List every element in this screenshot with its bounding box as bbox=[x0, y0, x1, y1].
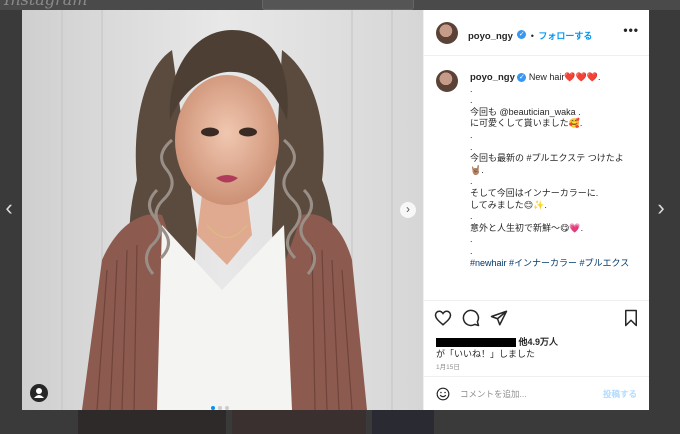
caption-line: に可愛くして貰いました🥰. bbox=[470, 118, 583, 129]
caption-username[interactable]: poyo_ngy bbox=[470, 72, 515, 83]
heart-icon[interactable] bbox=[434, 309, 452, 327]
caption-line: poyo_ngy ✓ New hair❤️❤️❤️. bbox=[470, 72, 640, 84]
background-search-box bbox=[262, 0, 414, 10]
caption-line: . bbox=[470, 211, 473, 222]
caption-text: poyo_ngy ✓ New hair❤️❤️❤️. . . 今回も @beau… bbox=[470, 72, 640, 269]
caption-line: . bbox=[470, 245, 473, 256]
caption-line: . bbox=[470, 83, 473, 94]
post-photo: › bbox=[22, 10, 423, 410]
caption-line-text: New hair❤️❤️❤️. bbox=[528, 72, 601, 82]
post-modal: › poyo_ngy ✓ • フォローする ••• poyo_ngy ✓ New… bbox=[22, 10, 649, 410]
username-link[interactable]: poyo_ngy bbox=[468, 31, 513, 42]
comment-icon[interactable] bbox=[462, 309, 480, 327]
follow-button[interactable]: フォローする bbox=[538, 31, 592, 41]
caption-line: 今回も @beautician_waka . bbox=[470, 106, 581, 117]
caption-avatar[interactable] bbox=[436, 70, 458, 92]
carousel-next-icon[interactable]: › bbox=[400, 202, 416, 218]
share-icon[interactable] bbox=[490, 309, 508, 327]
background-topbar: Instagram bbox=[0, 0, 680, 10]
caption-line: . bbox=[470, 95, 473, 106]
caption-line: . bbox=[470, 176, 473, 187]
more-options-icon[interactable]: ••• bbox=[623, 23, 639, 37]
verified-badge-icon: ✓ bbox=[517, 30, 527, 40]
carousel-dot bbox=[218, 406, 222, 410]
verified-badge-icon: ✓ bbox=[517, 73, 527, 83]
carousel-dot bbox=[211, 406, 215, 410]
avatar[interactable] bbox=[436, 22, 458, 44]
caption-line: してみました😊✨. bbox=[470, 199, 547, 210]
previous-post-arrow-icon[interactable]: ‹ bbox=[2, 196, 16, 220]
caption-line: 意外と人生初で新鮮〜😋💗. bbox=[470, 222, 584, 233]
carousel-dot bbox=[225, 406, 229, 410]
instagram-logo: Instagram bbox=[4, 0, 87, 9]
likes-count[interactable]: 他4.9万人 bbox=[519, 337, 559, 347]
carousel-dots bbox=[211, 397, 229, 410]
post-side-panel: poyo_ngy ✓ • フォローする ••• poyo_ngy ✓ New h… bbox=[423, 10, 649, 410]
post-comment-button[interactable]: 投稿する bbox=[603, 388, 637, 400]
caption-line: . bbox=[470, 141, 473, 152]
caption-line: . bbox=[470, 129, 473, 140]
comment-bar: 投稿する bbox=[424, 376, 649, 411]
bookmark-icon[interactable] bbox=[622, 309, 640, 327]
post-header: poyo_ngy ✓ • フォローする ••• bbox=[424, 10, 649, 56]
emoji-icon[interactable] bbox=[436, 387, 450, 401]
background-thumbnail bbox=[232, 410, 366, 434]
portrait-image bbox=[22, 10, 423, 410]
separator-dot: • bbox=[530, 31, 534, 41]
post-date[interactable]: 1月15日 bbox=[436, 361, 460, 371]
caption-line: そして今回はインナーカラーに. bbox=[470, 187, 599, 198]
background-nav-icons bbox=[540, 0, 650, 9]
caption-line: . bbox=[470, 234, 473, 245]
caption-line: 今回も最新の #プルエクステ つけたよ bbox=[470, 153, 624, 164]
user-tag-icon[interactable] bbox=[30, 384, 48, 402]
comment-input[interactable] bbox=[460, 387, 590, 401]
next-post-arrow-icon[interactable]: › bbox=[654, 196, 668, 220]
background-thumbnail bbox=[372, 410, 434, 434]
likes-suffix: が「いいね！」しました bbox=[436, 349, 536, 359]
caption-line: 🤘🏽. bbox=[470, 164, 484, 175]
background-thumbnail bbox=[78, 410, 226, 434]
post-caption: poyo_ngy ✓ New hair❤️❤️❤️. . . 今回も @beau… bbox=[424, 56, 649, 300]
caption-hashtags[interactable]: #newhair #インナーカラー #プルエクス bbox=[470, 258, 640, 270]
redacted-username bbox=[436, 338, 516, 348]
